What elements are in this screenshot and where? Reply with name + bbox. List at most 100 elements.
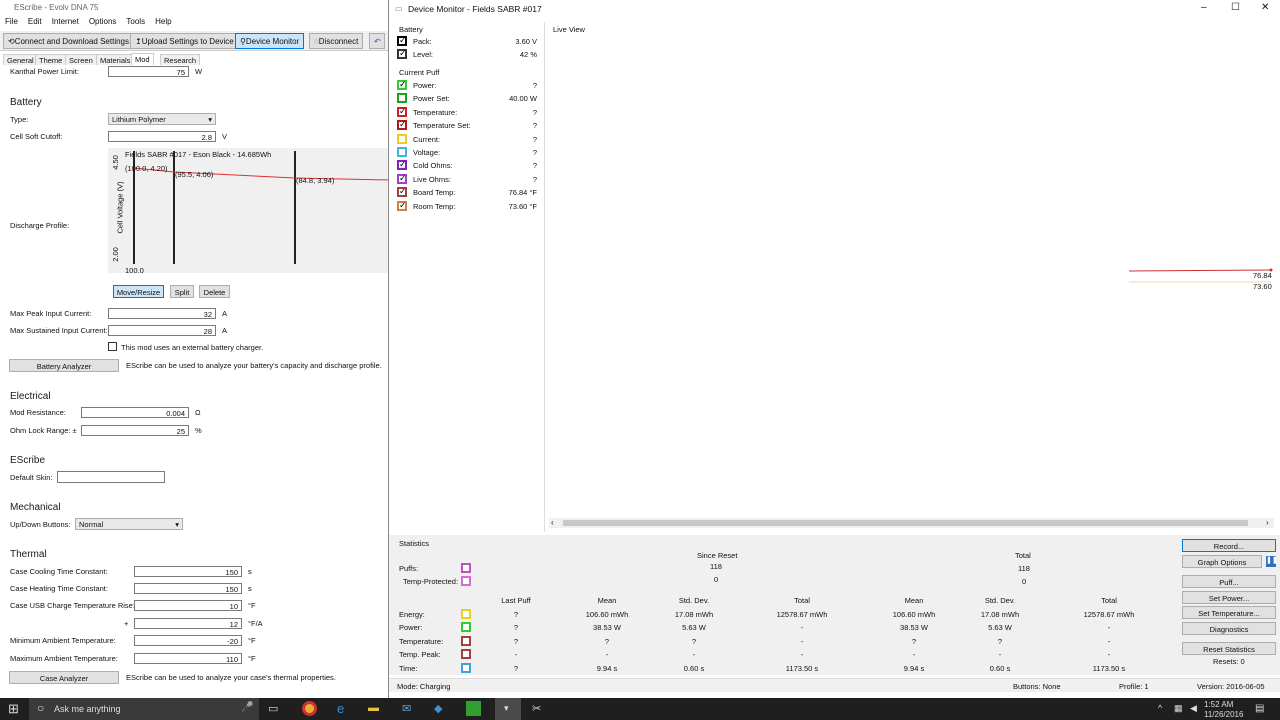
task-view-icon[interactable]: ▭ xyxy=(268,702,278,715)
mail-icon[interactable]: ✉ xyxy=(402,702,411,715)
search-box[interactable]: ○ Ask me anything 🎤 xyxy=(29,698,259,720)
thermal-input-0[interactable]: 150 xyxy=(134,566,242,577)
puff-checkbox[interactable] xyxy=(397,79,407,90)
escribe-taskbar-icon[interactable] xyxy=(466,701,481,716)
puff-checkbox[interactable] xyxy=(397,173,407,184)
graph-scrollbar[interactable]: ‹ › xyxy=(549,518,1274,528)
peak-current-input[interactable]: 32 xyxy=(108,308,216,319)
scroll-thumb[interactable] xyxy=(563,520,1248,526)
updown-select[interactable]: Normal ▾ xyxy=(75,518,183,530)
stat-color-box[interactable] xyxy=(461,609,471,619)
menu-internet[interactable]: Internet xyxy=(47,15,84,28)
chrome-icon[interactable] xyxy=(302,701,317,716)
sustained-current-input[interactable]: 28 xyxy=(108,325,216,336)
stat-color-box[interactable] xyxy=(461,622,471,633)
default-skin-input[interactable] xyxy=(57,471,165,483)
ohm-lock-input[interactable]: 25 xyxy=(81,425,189,436)
thermal-input-4[interactable]: -20 xyxy=(134,635,242,646)
peak-current-label: Max Peak Input Current: xyxy=(10,309,92,318)
windows-start-icon[interactable]: ⊞ xyxy=(8,701,19,717)
external-charger-checkbox[interactable] xyxy=(108,342,117,351)
puff-checkbox[interactable] xyxy=(397,119,407,131)
clock-date[interactable]: 11/26/2016 xyxy=(1204,710,1243,719)
set-power-button[interactable]: Set Power... xyxy=(1182,591,1276,604)
tab-mod[interactable]: Mod xyxy=(131,53,154,65)
clock-time[interactable]: 1:52 AM xyxy=(1204,700,1233,709)
mod-resistance-input[interactable]: 0.004 xyxy=(81,407,189,418)
stat-column-header: Last Puff xyxy=(501,596,531,605)
tab-screen[interactable]: Screen xyxy=(65,54,97,65)
puff-checkbox[interactable] xyxy=(397,186,407,198)
temp-protected-total: 0 xyxy=(1022,577,1027,586)
tab-general[interactable]: General xyxy=(3,54,38,65)
pause-icon[interactable]: ❚❚ xyxy=(1266,556,1278,567)
live-view-graph[interactable]: 76.84 73.60 xyxy=(547,36,1277,514)
thermal-input-1[interactable]: 150 xyxy=(134,583,242,594)
graph-options-button[interactable]: Graph Options xyxy=(1182,555,1262,568)
stat-cell: ? xyxy=(513,663,519,673)
temp-protected-color-box[interactable] xyxy=(461,576,471,586)
cutoff-input[interactable]: 2.8 xyxy=(108,131,216,142)
upload-button[interactable]: ↥Upload Settings to Device xyxy=(130,33,239,49)
notification-icon[interactable]: ▤ xyxy=(1255,703,1264,714)
battery-type-select[interactable]: Lithium Polymer ▾ xyxy=(108,113,216,125)
close-icon[interactable]: ✕ xyxy=(1261,2,1269,13)
edge-icon[interactable]: e xyxy=(337,701,344,716)
discharge-chart[interactable]: Fields SABR #017 - Eson Black - 14.685Wh… xyxy=(108,148,390,275)
pack-checkbox[interactable] xyxy=(397,35,407,46)
puff-checkbox[interactable] xyxy=(397,200,407,211)
app-diamond-icon[interactable]: ◆ xyxy=(434,702,442,715)
thermal-input-2[interactable]: 10 xyxy=(134,600,242,611)
puff-checkbox[interactable] xyxy=(397,147,407,157)
puff-button[interactable]: Puff... xyxy=(1182,575,1276,588)
delete-button[interactable]: Delete xyxy=(199,285,230,298)
minimize-icon[interactable]: – xyxy=(1201,2,1207,13)
move-resize-button[interactable]: Move/Resize xyxy=(113,285,164,298)
battery-analyzer-button[interactable]: Battery Analyzer xyxy=(9,359,119,372)
stat-cell: 38.53 W xyxy=(593,623,621,633)
menu-edit[interactable]: Edit xyxy=(23,15,47,28)
puff-checkbox[interactable] xyxy=(397,133,407,144)
stat-color-box[interactable] xyxy=(461,649,471,660)
disconnect-button[interactable]: ◌Disconnect xyxy=(309,33,364,49)
search-placeholder: Ask me anything xyxy=(54,704,121,714)
stat-color-box[interactable] xyxy=(461,662,471,673)
puffs-since: 118 xyxy=(710,562,722,571)
set-temperature-button[interactable]: Set Temperature... xyxy=(1182,606,1276,619)
stat-color-box[interactable] xyxy=(461,635,471,646)
tab-theme[interactable]: Theme xyxy=(35,54,67,65)
menu-tools[interactable]: Tools xyxy=(121,15,150,28)
diagnostics-button[interactable]: Diagnostics xyxy=(1182,622,1276,635)
tab-research[interactable]: Research xyxy=(160,54,201,65)
thermal-unit-2: °F xyxy=(248,601,256,610)
snipping-tool-icon[interactable]: ✂ xyxy=(532,702,541,715)
thermal-label-1: Case Heating Time Constant: xyxy=(10,584,108,593)
thermal-input-3[interactable]: 12 xyxy=(134,618,242,629)
scroll-left-icon[interactable]: ‹ xyxy=(551,518,554,527)
thermal-input-5[interactable]: 110 xyxy=(134,653,242,664)
puff-checkbox[interactable] xyxy=(397,159,407,171)
file-explorer-icon[interactable]: ▬ xyxy=(368,702,379,714)
puff-checkbox[interactable] xyxy=(397,106,407,117)
device-monitor-taskbar-icon[interactable]: ▾ xyxy=(495,698,521,720)
record-button[interactable]: Record... xyxy=(1182,539,1276,552)
undo-icon[interactable]: ↶ xyxy=(369,33,385,49)
network-icon[interactable]: ▦ xyxy=(1174,703,1183,714)
split-button[interactable]: Split xyxy=(170,285,194,298)
level-checkbox[interactable] xyxy=(397,48,407,59)
case-analyzer-button[interactable]: Case Analyzer xyxy=(9,671,119,684)
menu-help[interactable]: Help xyxy=(150,15,176,28)
scroll-right-icon[interactable]: › xyxy=(1266,518,1269,527)
maximize-icon[interactable]: ☐ xyxy=(1231,2,1240,13)
menu-file[interactable]: File xyxy=(0,15,23,28)
tray-chevron-icon[interactable]: ^ xyxy=(1158,703,1162,713)
reset-statistics-button[interactable]: Reset Statistics xyxy=(1182,642,1276,655)
volume-icon[interactable]: ◀ xyxy=(1190,703,1197,714)
menu-options[interactable]: Options xyxy=(84,15,122,28)
device-monitor-button[interactable]: ⚲Device Monitor xyxy=(235,33,305,49)
puff-checkbox[interactable] xyxy=(397,93,407,104)
tab-materials[interactable]: Materials xyxy=(96,54,135,65)
puffs-color-box[interactable] xyxy=(461,563,471,573)
connect-button[interactable]: ⟲Connect and Download Settings xyxy=(3,33,134,49)
kanthal-input[interactable]: 75 xyxy=(108,66,189,77)
